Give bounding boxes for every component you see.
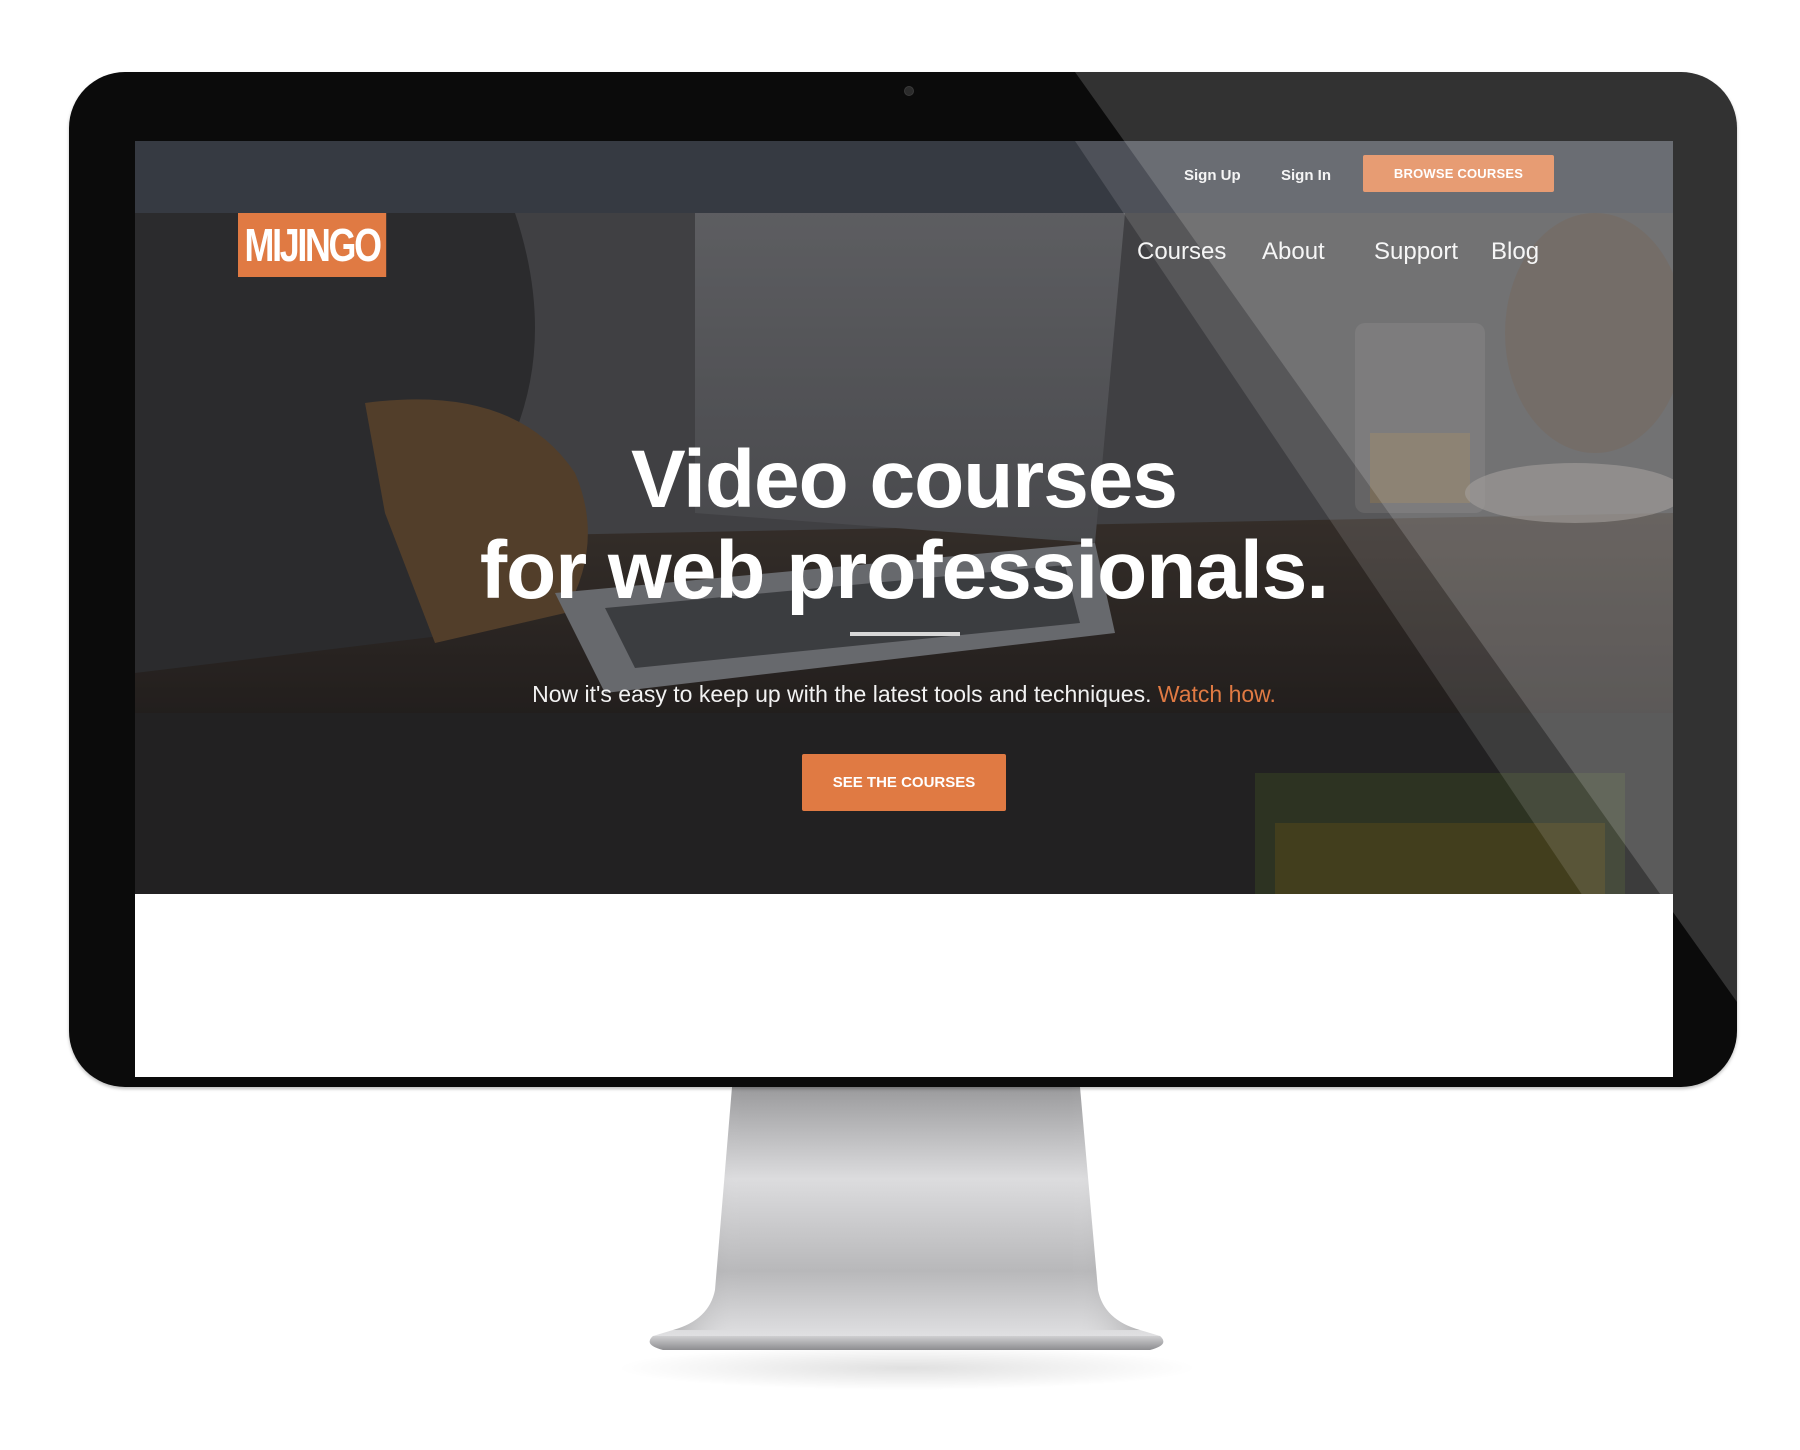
camera-dot — [904, 86, 914, 96]
browse-courses-button[interactable]: BROWSE COURSES — [1363, 155, 1554, 192]
browser-screen: Sign Up Sign In BROWSE COURSES MIJINGO C… — [135, 141, 1673, 1077]
see-the-courses-button[interactable]: SEE THE COURSES — [802, 754, 1006, 811]
hero-headline-line1: Video courses — [630, 434, 1178, 525]
mijingo-logo[interactable]: MIJINGO — [238, 213, 387, 277]
monitor-mockup: Sign Up Sign In BROWSE COURSES MIJINGO C… — [0, 0, 1800, 1450]
hero-section: MIJINGO Courses About Support Blog Video… — [135, 213, 1673, 894]
nav-item-courses[interactable]: Courses — [1137, 238, 1226, 266]
nav-item-blog[interactable]: Blog — [1491, 238, 1539, 266]
hero-subline-text: Now it's easy to keep up with the latest… — [532, 681, 1152, 707]
top-utility-bar: Sign Up Sign In BROWSE COURSES — [135, 141, 1673, 213]
sign-in-link[interactable]: Sign In — [1281, 167, 1331, 184]
hero-headline-line2: for web professionals. — [479, 525, 1329, 616]
nav-item-about[interactable]: About — [1262, 238, 1325, 266]
headline-divider — [850, 632, 960, 636]
nav-item-support[interactable]: Support — [1374, 238, 1458, 266]
watch-how-link[interactable]: Watch how. — [1158, 681, 1276, 707]
sign-up-link[interactable]: Sign Up — [1184, 167, 1241, 184]
hero-subline: Now it's easy to keep up with the latest… — [135, 681, 1673, 708]
monitor-bezel: Sign Up Sign In BROWSE COURSES MIJINGO C… — [69, 72, 1737, 1087]
